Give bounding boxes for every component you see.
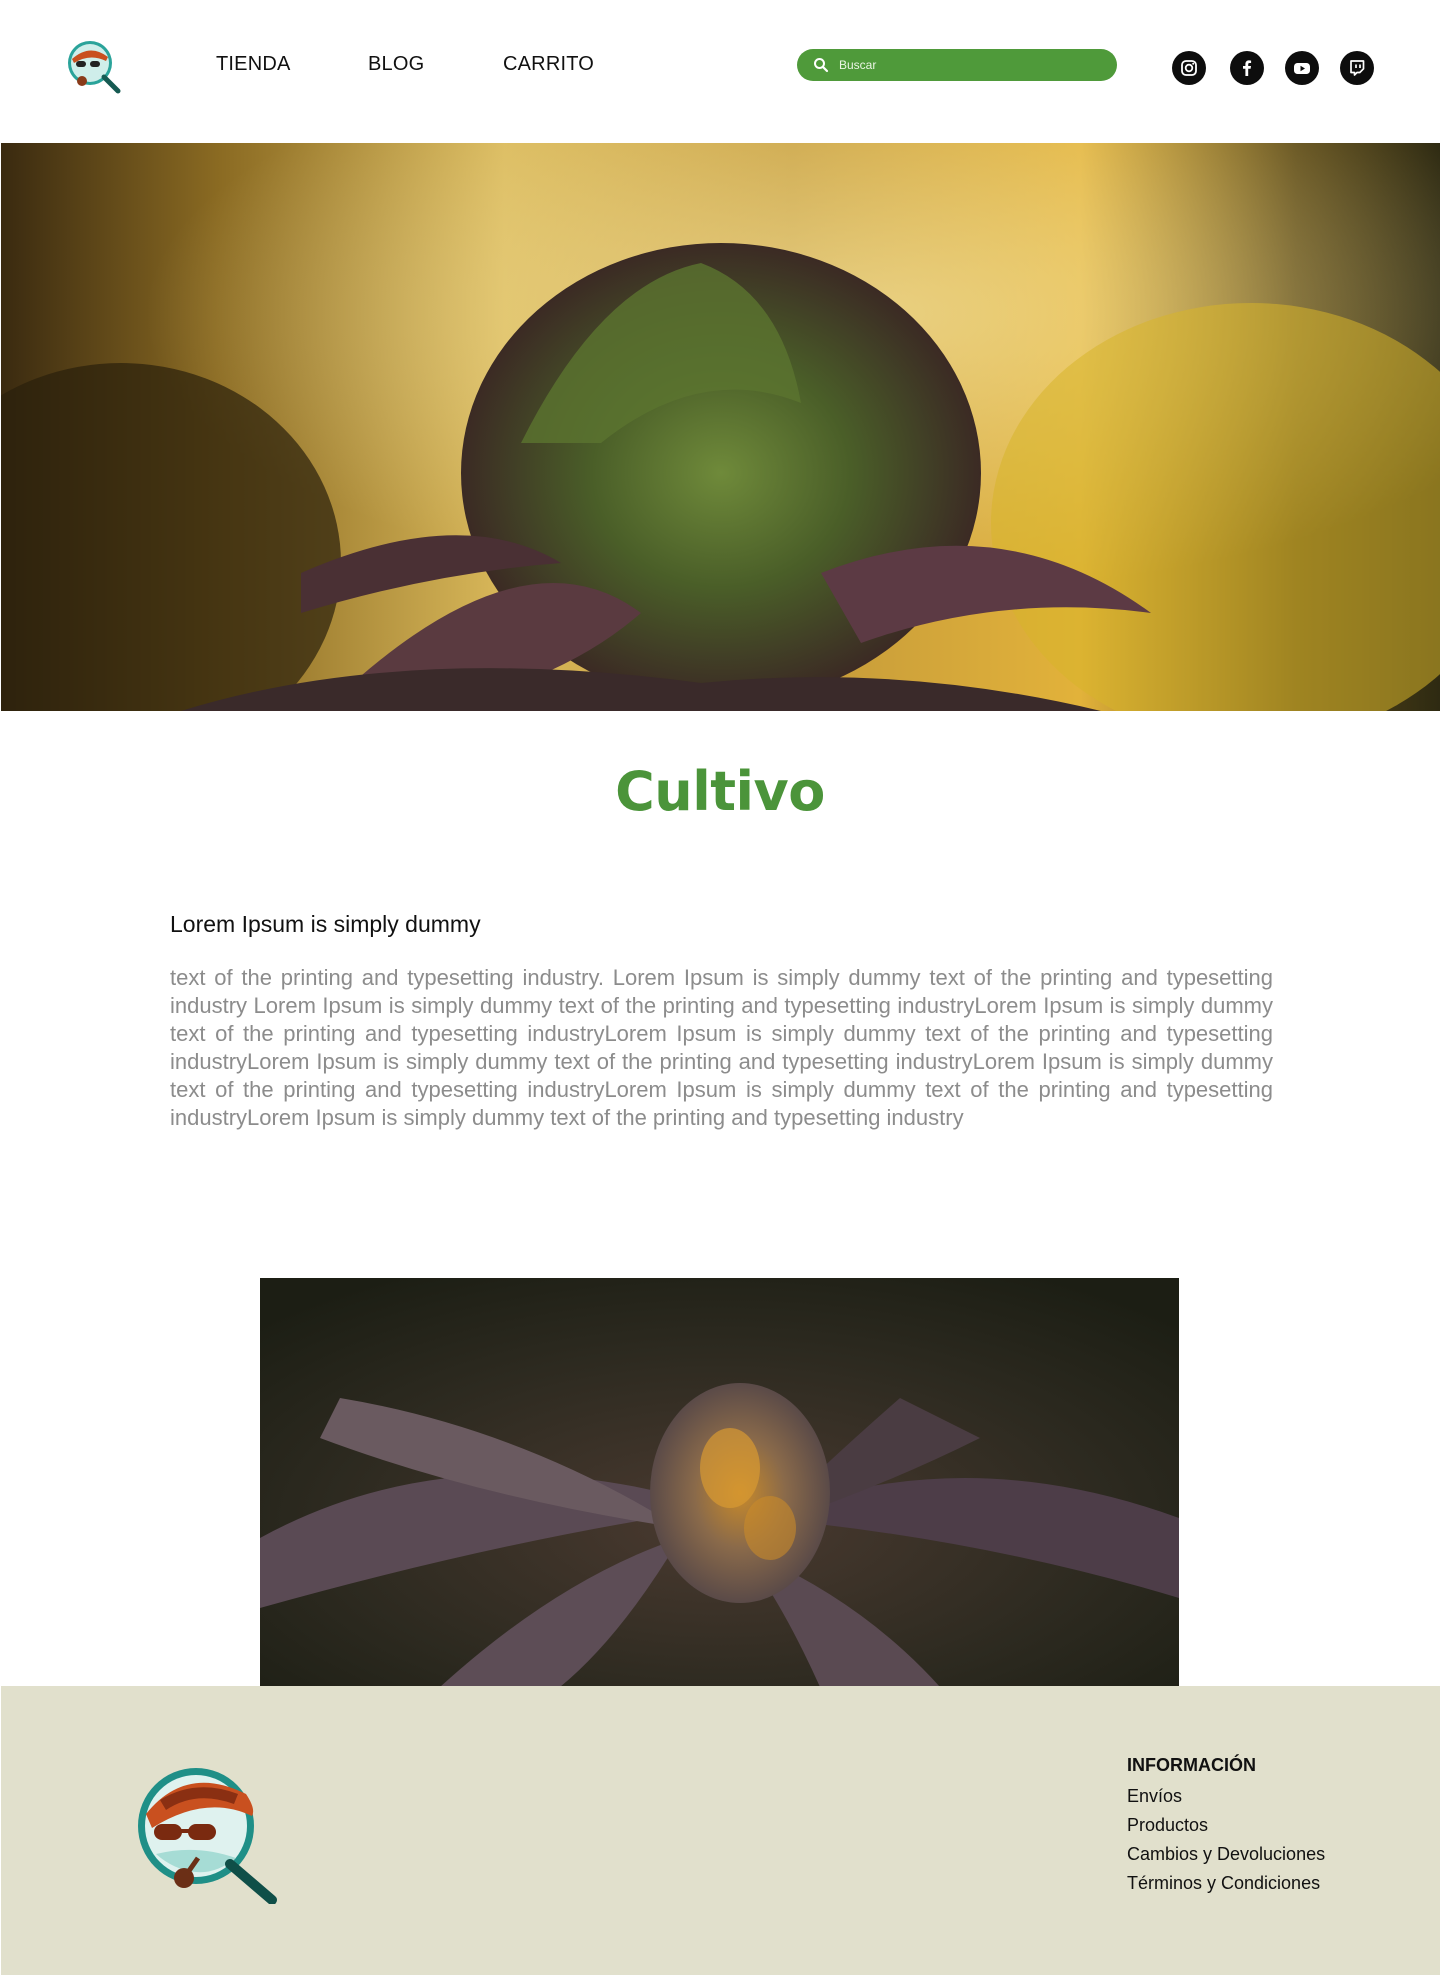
page-title: Cultivo (615, 760, 825, 823)
youtube-link[interactable] (1285, 51, 1319, 85)
info-column: INFORMACIÓN Envíos Productos Cambios y D… (1127, 1755, 1325, 1902)
footer-link-terminos[interactable]: Términos y Condiciones (1127, 1873, 1325, 1894)
site-header: TIENDA BLOG CARRITO (0, 0, 1440, 143)
search-input[interactable] (839, 58, 1099, 72)
facebook-icon (1243, 60, 1252, 76)
footer-link-envios[interactable]: Envíos (1127, 1786, 1325, 1807)
cannabis-bud-photo (1, 143, 1440, 711)
site-footer: INFORMACIÓN Envíos Productos Cambios y D… (1, 1686, 1440, 1975)
facebook-link[interactable] (1230, 51, 1264, 85)
instagram-icon (1181, 60, 1197, 76)
twitch-link[interactable] (1340, 51, 1374, 85)
nav-blog[interactable]: BLOG (368, 53, 424, 76)
info-heading: INFORMACIÓN (1127, 1755, 1256, 1775)
detective-logo-icon (138, 1768, 277, 1905)
search-icon (814, 58, 829, 73)
nav-carrito[interactable]: CARRITO (503, 53, 594, 76)
detective-logo-icon (68, 41, 121, 94)
brand-logo[interactable] (62, 33, 126, 97)
twitch-icon (1350, 60, 1365, 76)
content-image (260, 1278, 1179, 1687)
youtube-icon (1294, 63, 1310, 74)
instagram-link[interactable] (1172, 51, 1206, 85)
nav-tienda[interactable]: TIENDA (216, 53, 291, 76)
footer-logo[interactable] (126, 1754, 282, 1905)
footer-link-productos[interactable]: Productos (1127, 1815, 1325, 1836)
body-paragraph: text of the printing and typesetting ind… (170, 965, 1273, 1130)
hero-image (1, 143, 1440, 711)
purple-leaves-photo (260, 1278, 1179, 1687)
search-bar[interactable] (797, 49, 1117, 81)
section-subtitle: Lorem Ipsum is simply dummy (170, 911, 481, 937)
footer-link-cambios[interactable]: Cambios y Devoluciones (1127, 1844, 1325, 1865)
